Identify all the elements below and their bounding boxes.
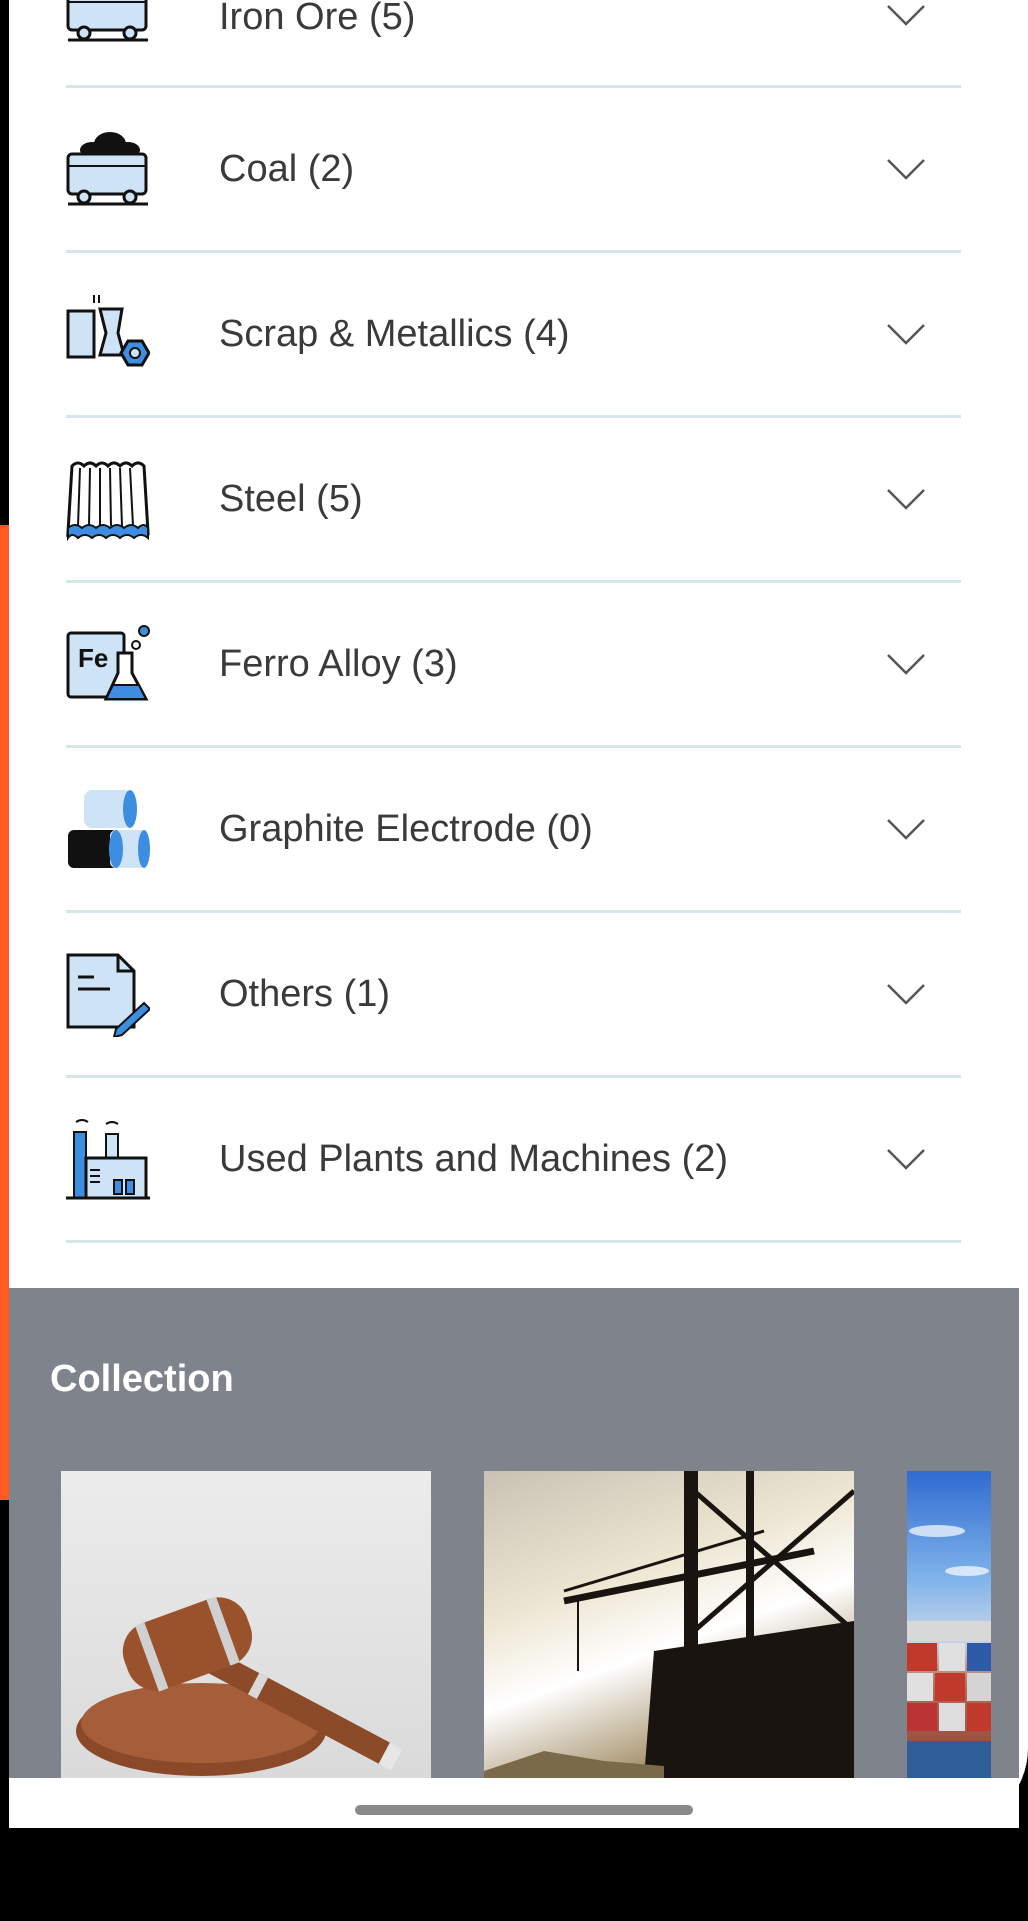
chevron-down-icon[interactable] <box>886 313 926 353</box>
home-indicator-area <box>9 1778 1019 1828</box>
category-label: Used Plants and Machines (2) <box>219 1137 729 1180</box>
graphite-electrode-icon <box>68 790 150 868</box>
collection-card-gavel[interactable] <box>61 1471 431 1778</box>
chevron-down-icon[interactable] <box>886 973 926 1013</box>
category-row-steel[interactable]: Steel (5) <box>66 418 961 583</box>
containers-image <box>907 1525 991 1778</box>
collection-card-containers[interactable] <box>907 1471 991 1778</box>
category-row-used-plants[interactable]: Used Plants and Machines (2) <box>66 1078 961 1243</box>
gavel-image <box>76 1596 403 1776</box>
device-edge <box>0 525 9 1500</box>
category-label: Ferro Alloy (3) <box>219 642 458 685</box>
chevron-down-icon[interactable] <box>886 148 926 188</box>
chevron-down-icon[interactable] <box>886 1138 926 1178</box>
collection-section: Collection <box>9 1288 1019 1778</box>
steel-sheet-icon <box>66 461 150 542</box>
factory-icon <box>66 1119 150 1200</box>
category-row-graphite-electrode[interactable]: Graphite Electrode (0) <box>66 748 961 913</box>
chevron-down-icon[interactable] <box>886 0 926 34</box>
crane-image <box>484 1471 854 1778</box>
chevron-down-icon[interactable] <box>886 643 926 683</box>
chevron-down-icon[interactable] <box>886 478 926 518</box>
svg-text:Fe: Fe <box>78 643 108 673</box>
document-edit-icon <box>66 953 150 1037</box>
ferro-alloy-icon: Fe <box>66 625 150 701</box>
category-row-scrap-metallics[interactable]: Scrap & Metallics (4) <box>66 253 961 418</box>
category-label: Steel (5) <box>219 477 363 520</box>
scrap-metal-icon <box>66 295 150 367</box>
category-label: Others (1) <box>219 972 391 1015</box>
category-label: Scrap & Metallics (4) <box>219 312 570 355</box>
category-list: Iron Ore (5) Coal (2) Scrap & Metallics … <box>66 0 961 1243</box>
home-indicator[interactable] <box>355 1805 693 1815</box>
category-label: Graphite Electrode (0) <box>219 807 593 850</box>
category-label: Coal (2) <box>219 147 355 190</box>
category-row-others[interactable]: Others (1) <box>66 913 961 1078</box>
mine-cart-icon <box>66 0 148 42</box>
collection-title: Collection <box>50 1358 234 1400</box>
collection-card-crane[interactable] <box>484 1471 854 1778</box>
category-row-iron-ore[interactable]: Iron Ore (5) <box>66 0 961 88</box>
category-row-ferro-alloy[interactable]: Fe Ferro Alloy (3) <box>66 583 961 748</box>
category-label: Iron Ore (5) <box>219 0 416 38</box>
category-row-coal[interactable]: Coal (2) <box>66 88 961 253</box>
chevron-down-icon[interactable] <box>886 808 926 848</box>
coal-cart-icon <box>66 132 148 206</box>
